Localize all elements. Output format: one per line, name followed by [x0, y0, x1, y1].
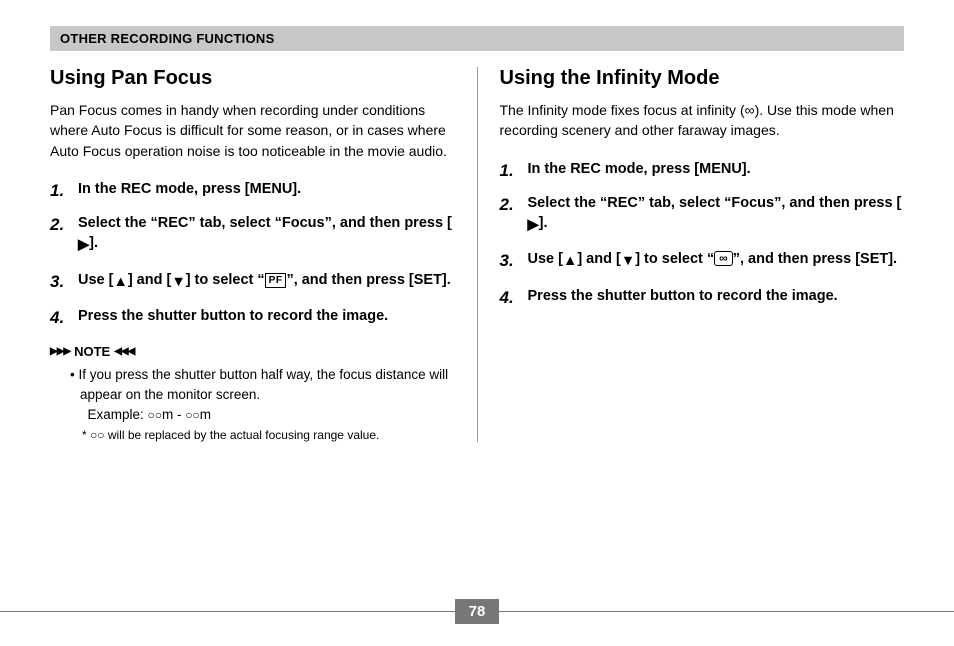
step-text: Select the “REC” tab, select “Focus”, an…	[78, 215, 452, 231]
note-footnote: * ○○ will be replaced by the actual focu…	[50, 428, 455, 442]
down-arrow-icon: ▼	[621, 251, 635, 271]
left-column: Using Pan Focus Pan Focus comes in handy…	[50, 67, 478, 442]
step-text: ”, and then press [SET].	[286, 272, 450, 288]
page-number-bar: 78	[0, 599, 954, 624]
placeholder-icon: ○○	[148, 408, 163, 422]
note-text: • If you press the shutter button half w…	[70, 367, 448, 402]
up-arrow-icon: ▲	[113, 272, 127, 292]
left-step-4: Press the shutter button to record the i…	[50, 306, 455, 326]
step-text: ] and [	[577, 251, 621, 267]
right-step-3: Use [▲] and [▼] to select “∞”, and then …	[500, 249, 905, 271]
page-rule-left	[0, 611, 455, 612]
down-arrow-icon: ▼	[171, 272, 185, 292]
right-arrow-icon: ▶	[528, 215, 539, 235]
manual-page: OTHER RECORDING FUNCTIONS Using Pan Focu…	[0, 0, 954, 646]
note-text: m	[200, 407, 211, 422]
step-text: Use [	[528, 251, 563, 267]
note-deco-right-icon: ◀◀◀	[114, 346, 134, 357]
left-step-3: Use [▲] and [▼] to select “PF”, and then…	[50, 270, 455, 292]
note-label: NOTE	[74, 344, 110, 359]
right-steps: In the REC mode, press [MENU]. Select th…	[500, 159, 905, 306]
pf-icon: PF	[265, 273, 287, 288]
step-text: ”, and then press [SET].	[733, 251, 897, 267]
intro-text: The Infinity mode fixes focus at infinit…	[500, 102, 745, 118]
step-text: Select the “REC” tab, select “Focus”, an…	[528, 195, 902, 211]
right-column: Using the Infinity Mode The Infinity mod…	[478, 67, 905, 442]
note-body: • If you press the shutter button half w…	[50, 365, 455, 424]
content-columns: Using Pan Focus Pan Focus comes in handy…	[50, 67, 904, 442]
right-arrow-icon: ▶	[78, 235, 89, 255]
infinity-icon: ∞	[745, 102, 755, 118]
page-number: 78	[455, 599, 500, 624]
left-step-2: Select the “REC” tab, select “Focus”, an…	[50, 213, 455, 256]
section-header: OTHER RECORDING FUNCTIONS	[50, 26, 904, 51]
right-step-2: Select the “REC” tab, select “Focus”, an…	[500, 193, 905, 236]
step-text: ] and [	[128, 272, 172, 288]
note-header: ▶▶▶ NOTE ◀◀◀	[50, 344, 455, 359]
right-intro: The Infinity mode fixes focus at infinit…	[500, 100, 905, 141]
step-text: ] to select “	[635, 251, 714, 267]
step-text: ].	[539, 215, 548, 231]
right-step-1: In the REC mode, press [MENU].	[500, 159, 905, 179]
right-step-4: Press the shutter button to record the i…	[500, 286, 905, 306]
step-text: ] to select “	[186, 272, 265, 288]
note-text: Example:	[88, 407, 148, 422]
right-title: Using the Infinity Mode	[500, 67, 905, 90]
step-text: ].	[89, 235, 98, 251]
left-step-1: In the REC mode, press [MENU].	[50, 179, 455, 199]
step-text: Use [	[78, 272, 113, 288]
up-arrow-icon: ▲	[563, 251, 577, 271]
left-intro: Pan Focus comes in handy when recording …	[50, 100, 455, 161]
note-text: m -	[162, 407, 185, 422]
left-title: Using Pan Focus	[50, 67, 455, 90]
infinity-box-icon: ∞	[714, 251, 733, 266]
placeholder-icon: ○○	[185, 408, 200, 422]
note-deco-left-icon: ▶▶▶	[50, 346, 70, 357]
page-rule-right	[499, 611, 954, 612]
left-steps: In the REC mode, press [MENU]. Select th…	[50, 179, 455, 326]
